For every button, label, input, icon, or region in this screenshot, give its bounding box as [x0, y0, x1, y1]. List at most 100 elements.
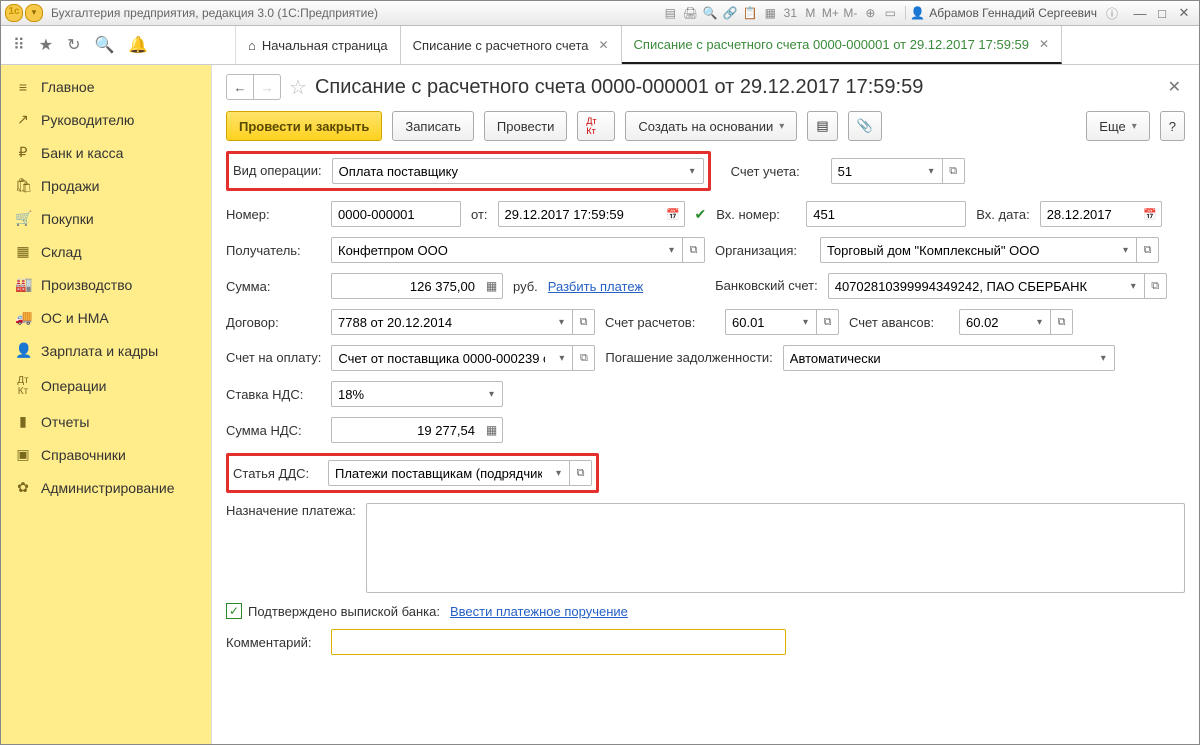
create-based-button[interactable]: Создать на основании▾ [625, 111, 797, 141]
minimize-button[interactable]: — [1129, 4, 1151, 22]
date-calendar-button[interactable] [663, 201, 685, 227]
save-button[interactable]: Записать [392, 111, 474, 141]
history-icon[interactable]: ↻ [67, 35, 80, 55]
nav-forward-button[interactable]: → [254, 75, 280, 99]
post-button[interactable]: Провести [484, 111, 568, 141]
dds-dropdown[interactable] [548, 460, 570, 486]
org-dropdown[interactable] [1115, 237, 1137, 263]
dds-input[interactable] [328, 460, 548, 486]
sum-calc-button[interactable] [481, 273, 503, 299]
advance-acc-dropdown[interactable] [1029, 309, 1051, 335]
sidebar-item-sales[interactable]: 🛍Продажи [1, 169, 211, 202]
sidebar-item-admin[interactable]: ✿Администрирование [1, 471, 211, 504]
app-menu-dropdown[interactable]: ▾ [25, 4, 43, 22]
scale-mplus-icon[interactable]: M+ [821, 4, 839, 22]
search-global-icon[interactable]: 🔍 [94, 35, 114, 55]
sum-input[interactable] [331, 273, 481, 299]
calendar-icon[interactable]: 31 [781, 4, 799, 22]
advance-acc-input[interactable] [959, 309, 1029, 335]
search-icon[interactable]: 🔍 [701, 4, 719, 22]
print-icon[interactable]: 🖨 [681, 4, 699, 22]
user-indicator[interactable]: 👤 Абрамов Геннадий Сергеевич [905, 6, 1101, 20]
sidebar-item-manager[interactable]: ↗Руководителю [1, 103, 211, 136]
more-button[interactable]: Еще▾ [1086, 111, 1149, 141]
vat-sum-input[interactable] [331, 417, 481, 443]
settle-acc-open-button[interactable] [817, 309, 839, 335]
recipient-input[interactable] [331, 237, 661, 263]
info-icon[interactable]: ⓘ [1103, 4, 1121, 22]
post-and-close-button[interactable]: Провести и закрыть [226, 111, 382, 141]
tab-document-1-close[interactable]: ✕ [598, 38, 608, 52]
sidebar-item-catalogs[interactable]: ▣Справочники [1, 438, 211, 471]
scale-mminus-icon[interactable]: M- [841, 4, 859, 22]
tab-home[interactable]: ⌂ Начальная страница [236, 26, 401, 64]
scale-m-icon[interactable]: M [801, 4, 819, 22]
recipient-dropdown[interactable] [661, 237, 683, 263]
dtkt-button[interactable]: ДтКт [577, 111, 615, 141]
bank-acc-input[interactable] [828, 273, 1123, 299]
settle-acc-dropdown[interactable] [795, 309, 817, 335]
sidebar-item-reports[interactable]: ▮Отчеты [1, 405, 211, 438]
sidebar-item-assets[interactable]: 🚚ОС и НМА [1, 301, 211, 334]
favorite-star-icon[interactable]: ☆ [289, 75, 307, 100]
notifications-icon[interactable]: 🔔 [128, 35, 148, 55]
print-form-button[interactable]: ▤ [807, 111, 837, 141]
debt-dropdown[interactable] [1093, 345, 1115, 371]
bank-acc-dropdown[interactable] [1123, 273, 1145, 299]
purpose-textarea[interactable] [366, 503, 1185, 593]
help-button[interactable]: ? [1160, 111, 1185, 141]
ext-num-input[interactable] [806, 201, 966, 227]
tab-document-1[interactable]: Списание с расчетного счета ✕ [401, 26, 622, 64]
tab-document-2-close[interactable]: ✕ [1039, 37, 1049, 51]
vat-sum-calc-button[interactable] [481, 417, 503, 443]
invoice-input[interactable] [331, 345, 551, 371]
advance-acc-open-button[interactable] [1051, 309, 1073, 335]
org-open-button[interactable] [1137, 237, 1159, 263]
sidebar-item-main[interactable]: ≡Главное [1, 71, 211, 103]
sidebar-item-operations[interactable]: ДтКтОперации [1, 367, 211, 405]
comment-input[interactable] [331, 629, 786, 655]
ext-date-calendar-button[interactable] [1140, 201, 1162, 227]
attach-button[interactable]: 📎 [848, 111, 882, 141]
split-payment-link[interactable]: Разбить платеж [548, 279, 643, 294]
sidebar-item-bank[interactable]: ₽Банк и касса [1, 136, 211, 169]
account-input[interactable] [831, 158, 921, 184]
enter-payment-order-link[interactable]: Ввести платежное поручение [450, 604, 628, 619]
close-window-button[interactable]: ✕ [1173, 4, 1195, 22]
print-preview-icon[interactable]: ▤ [661, 4, 679, 22]
form-close-button[interactable]: ✕ [1164, 73, 1185, 101]
invoice-dropdown[interactable] [551, 345, 573, 371]
nav-back-button[interactable]: ← [227, 75, 254, 99]
number-input[interactable] [331, 201, 461, 227]
op-type-input[interactable] [332, 158, 682, 184]
confirmed-checkbox[interactable]: ✓ Подтверждено выпиской банка: [226, 603, 440, 619]
sidebar-item-purchases[interactable]: 🛒Покупки [1, 202, 211, 235]
clipboard-icon[interactable]: 📋 [741, 4, 759, 22]
sidebar-item-hr[interactable]: 👤Зарплата и кадры [1, 334, 211, 367]
tab-document-2[interactable]: Списание с расчетного счета 0000-000001 … [622, 26, 1063, 64]
account-dropdown[interactable] [921, 158, 943, 184]
bank-acc-open-button[interactable] [1145, 273, 1167, 299]
settle-acc-input[interactable] [725, 309, 795, 335]
zoom-icon[interactable]: ⊕ [861, 4, 879, 22]
contract-dropdown[interactable] [551, 309, 573, 335]
sidebar-item-production[interactable]: 🏭Производство [1, 268, 211, 301]
recipient-open-button[interactable] [683, 237, 705, 263]
contract-input[interactable] [331, 309, 551, 335]
dds-open-button[interactable] [570, 460, 592, 486]
link-icon[interactable]: 🔗 [721, 4, 739, 22]
vat-rate-dropdown[interactable] [481, 381, 503, 407]
op-type-dropdown[interactable] [682, 158, 704, 184]
account-open-button[interactable] [943, 158, 965, 184]
apps-icon[interactable]: ⠿ [13, 35, 25, 55]
org-input[interactable] [820, 237, 1115, 263]
ext-date-input[interactable] [1040, 201, 1140, 227]
calculator-icon[interactable]: ▦ [761, 4, 779, 22]
favorite-icon[interactable]: ★ [39, 35, 53, 55]
debt-input[interactable] [783, 345, 1093, 371]
date-input[interactable] [498, 201, 663, 227]
contract-open-button[interactable] [573, 309, 595, 335]
maximize-button[interactable]: □ [1151, 4, 1173, 22]
vat-rate-input[interactable] [331, 381, 481, 407]
window-list-icon[interactable]: ▭ [881, 4, 899, 22]
